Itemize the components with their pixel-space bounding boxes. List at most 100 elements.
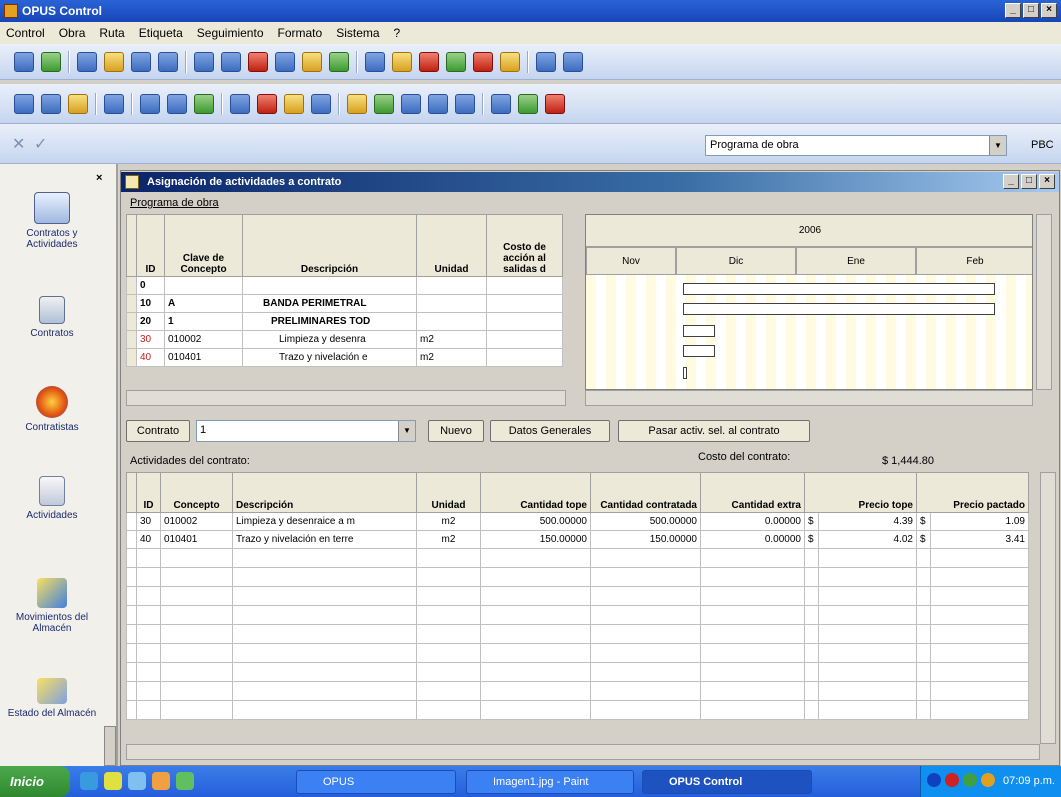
menu-obra[interactable]: Obra [59, 26, 86, 40]
taskbar-item-paint[interactable]: Imagen1.jpg - Paint [466, 770, 634, 794]
tray-icon[interactable] [927, 773, 941, 787]
page-icon[interactable] [104, 93, 124, 114]
column-header-unidad[interactable]: Unidad [416, 214, 487, 277]
child-maximize-button[interactable]: □ [1021, 174, 1037, 189]
menu-etiqueta[interactable]: Etiqueta [139, 26, 183, 40]
table-row[interactable] [126, 586, 1029, 606]
gantt-bar[interactable] [683, 367, 687, 379]
menu-sistema[interactable]: Sistema [336, 26, 379, 40]
table-row[interactable]: 30 010002 Limpieza y desenra m2 [126, 330, 563, 349]
cancel-icon[interactable]: ✕ [12, 134, 25, 154]
taskbar-item-opus-control[interactable]: OPUS Control [642, 770, 812, 794]
sidebar-scrollbar[interactable] [104, 726, 116, 766]
table-row[interactable]: 20 1 PRELIMINARES TOD [126, 312, 563, 331]
menu-seguimiento[interactable]: Seguimiento [197, 26, 264, 40]
table-row[interactable] [126, 548, 1029, 568]
quicklaunch-icon[interactable] [104, 772, 122, 790]
maximize-button[interactable]: □ [1023, 3, 1039, 18]
calendar-icon[interactable] [68, 93, 88, 114]
image-icon[interactable] [518, 93, 538, 114]
column-header-clave[interactable]: Clave de Concepto [164, 214, 243, 277]
grid1-horizontal-scrollbar[interactable] [126, 390, 566, 406]
delete-icon[interactable] [419, 51, 439, 72]
gantt-bar[interactable] [683, 303, 995, 315]
sheet-icon[interactable] [401, 93, 421, 114]
sidebar-item-contratos-actividades[interactable]: Contratos y Actividades [0, 192, 104, 250]
sidebar-close-icon[interactable]: × [96, 172, 102, 184]
window-icon[interactable] [428, 93, 448, 114]
copy-icon[interactable] [275, 51, 295, 72]
column-header-id[interactable]: ID [136, 472, 161, 513]
sort-icon[interactable] [446, 51, 466, 72]
paste-icon[interactable] [302, 51, 322, 72]
properties-icon[interactable] [230, 93, 250, 114]
quicklaunch-icon[interactable] [152, 772, 170, 790]
gantt-bar[interactable] [683, 325, 715, 337]
sidebar-item-estado-almacen[interactable]: Estado del Almacén [0, 678, 104, 719]
column-header-precio-pactado[interactable]: Precio pactado [916, 472, 1029, 513]
column-header-id[interactable]: ID [136, 214, 165, 277]
sidebar-item-contratos[interactable]: Contratos [0, 296, 104, 339]
table-icon[interactable] [41, 93, 61, 114]
child-close-button[interactable]: × [1039, 174, 1055, 189]
close-button[interactable]: × [1041, 3, 1057, 18]
table-row[interactable]: 40 010401 Trazo y nivelación en terre m2… [126, 530, 1029, 549]
check-icon[interactable] [491, 93, 511, 114]
pencil-icon[interactable] [500, 51, 520, 72]
export-icon[interactable] [545, 93, 565, 114]
note-icon[interactable] [284, 93, 304, 114]
gantt-vertical-scrollbar[interactable] [1036, 214, 1052, 390]
column-header-cantidad-tope[interactable]: Cantidad tope [480, 472, 591, 513]
format-icon[interactable] [329, 51, 349, 72]
start-button[interactable]: Inicio [0, 766, 70, 797]
filter-icon[interactable] [392, 51, 412, 72]
quicklaunch-icon[interactable] [128, 772, 146, 790]
list-icon[interactable] [455, 93, 475, 114]
table-row[interactable]: 10 A BANDA PERIMETRAL [126, 294, 563, 313]
resource-icon[interactable] [311, 93, 331, 114]
search-icon[interactable] [365, 51, 385, 72]
chart-icon[interactable] [473, 51, 493, 72]
column-header-concepto[interactable]: Concepto [160, 472, 233, 513]
program-select[interactable]: Programa de obra ▼ [705, 135, 1007, 156]
sidebar-item-actividades[interactable]: Actividades [0, 476, 104, 521]
minus-icon[interactable] [140, 93, 160, 114]
sidebar-item-contratistas[interactable]: Contratistas [0, 386, 104, 433]
table-row[interactable]: 0 [126, 276, 563, 295]
cut-icon[interactable] [248, 51, 268, 72]
gantt-bar[interactable] [683, 283, 995, 295]
forward-icon[interactable] [221, 51, 241, 72]
grid2-horizontal-scrollbar[interactable] [126, 744, 1040, 760]
grid2-vertical-scrollbar[interactable] [1040, 472, 1056, 744]
sidebar-item-movimientos[interactable]: Movimientos del Almacén [0, 578, 104, 634]
tray-icon[interactable] [963, 773, 977, 787]
contrato-button[interactable]: Contrato [126, 420, 190, 442]
table-row[interactable] [126, 624, 1029, 644]
nuevo-button[interactable]: Nuevo [428, 420, 484, 442]
pasar-actividades-button[interactable]: Pasar activ. sel. al contrato [618, 420, 810, 442]
new-icon[interactable] [14, 51, 34, 72]
table-row[interactable] [126, 567, 1029, 587]
grid-icon[interactable] [536, 51, 556, 72]
minimize-button[interactable]: _ [1005, 3, 1021, 18]
redo-icon[interactable] [158, 51, 178, 72]
table-row[interactable]: 40 010401 Trazo y nivelación e m2 [126, 348, 563, 367]
table-row[interactable] [126, 643, 1029, 663]
column-header-cantidad-contratada[interactable]: Cantidad contratada [590, 472, 701, 513]
menu-ruta[interactable]: Ruta [99, 26, 124, 40]
zoom-in-icon[interactable] [14, 93, 34, 114]
print-icon[interactable] [77, 51, 97, 72]
table-row[interactable] [126, 605, 1029, 625]
table-row[interactable] [126, 700, 1029, 720]
table-row[interactable] [126, 681, 1029, 701]
plus-icon[interactable] [167, 93, 187, 114]
column-header-costo[interactable]: Costo de acción al salidas d [486, 214, 563, 277]
taskbar-item-opus[interactable]: OPUS [296, 770, 456, 794]
menu-formato[interactable]: Formato [278, 26, 323, 40]
gantt-horizontal-scrollbar[interactable] [585, 390, 1033, 406]
zoom-icon[interactable] [563, 51, 583, 72]
accept-icon[interactable]: ✓ [34, 134, 47, 154]
datos-generales-button[interactable]: Datos Generales [490, 420, 610, 442]
chevron-down-icon[interactable]: ▼ [989, 136, 1006, 155]
report-icon[interactable] [257, 93, 277, 114]
